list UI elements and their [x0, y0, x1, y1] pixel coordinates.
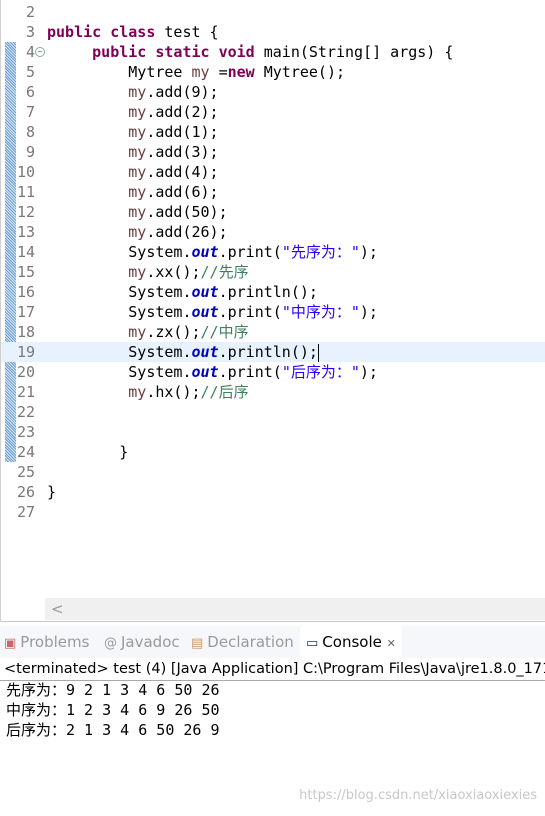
code-text: my.add(26);: [128, 223, 228, 241]
line-number: 21: [16, 383, 35, 401]
code-text: System.out.print("后序为：");: [47, 363, 378, 381]
line-number: 23: [16, 423, 35, 441]
line-number: 11: [16, 183, 35, 201]
console-output-line: 中序为：1 2 3 4 6 9 26 50: [6, 701, 220, 719]
line-number: 12: [16, 203, 35, 221]
line-number: 4: [25, 43, 35, 61]
javadoc-icon: @: [104, 636, 117, 651]
line-number: 17: [16, 303, 35, 321]
code-text: System.out.print("先序为：");: [47, 243, 378, 261]
code-text: }: [47, 443, 129, 461]
line-number: 25: [16, 463, 35, 481]
code-line[interactable]: 16 System.out.println();: [1, 282, 545, 302]
code-line[interactable]: 12 my.add(50);: [1, 202, 545, 222]
line-number: 14: [16, 243, 35, 261]
console-header: <terminated> test (4) [Java Application]…: [0, 658, 545, 681]
text-cursor: [317, 343, 319, 362]
code-line[interactable]: 27: [1, 502, 545, 522]
code-line[interactable]: 25: [1, 462, 545, 482]
code-line[interactable]: 6 my.add(9);: [1, 82, 545, 102]
code-line[interactable]: 26}: [1, 482, 545, 502]
line-number: 15: [16, 263, 35, 281]
code-text: my.xx();//先序: [128, 263, 249, 281]
code-line[interactable]: 24 }: [1, 442, 545, 462]
code-text: my.add(50);: [128, 203, 228, 221]
line-number: 19: [16, 343, 35, 361]
line-number: 8: [25, 123, 35, 141]
code-line[interactable]: 4− public static void main(String[] args…: [1, 42, 545, 62]
code-line[interactable]: 7 my.add(2);: [1, 102, 545, 122]
code-text: System.out.print("中序为：");: [47, 303, 378, 321]
line-number: 9: [25, 143, 35, 161]
line-number: 26: [16, 483, 35, 501]
code-line[interactable]: 13 my.add(26);: [1, 222, 545, 242]
line-number: 2: [25, 3, 35, 21]
code-line[interactable]: 17 System.out.print("中序为：");: [1, 302, 545, 322]
code-line[interactable]: 14 System.out.print("先序为：");: [1, 242, 545, 262]
code-line[interactable]: 10 my.add(4);: [1, 162, 545, 182]
line-number: 20: [16, 363, 35, 381]
code-text: public class test {: [47, 23, 219, 41]
code-text: my.add(4);: [128, 163, 219, 181]
line-number: 7: [25, 103, 35, 121]
line-number: 22: [16, 403, 35, 421]
code-text: my.add(3);: [128, 143, 219, 161]
line-number: 5: [25, 63, 35, 81]
fold-toggle-icon[interactable]: −: [35, 47, 45, 57]
code-line[interactable]: 3 public class test {: [1, 22, 545, 42]
code-text: }: [47, 483, 57, 501]
code-text: my.hx();//后序: [128, 383, 249, 401]
scroll-left-icon[interactable]: <: [51, 600, 64, 618]
code-text: my.add(2);: [128, 103, 219, 121]
code-text: public static void main(String[] args) {: [92, 43, 454, 61]
code-text: Mytree my =new Mytree();: [47, 63, 346, 81]
console-output-line: 先序为：9 2 1 3 4 6 50 26: [6, 681, 220, 699]
code-text: my.add(1);: [128, 123, 219, 141]
problems-icon: ▣: [4, 636, 17, 651]
line-number: 3: [25, 23, 35, 41]
line-number: 24: [16, 443, 35, 461]
code-line[interactable]: 5 Mytree my =new Mytree();: [1, 62, 545, 82]
code-editor[interactable]: 2 3 public class test {4− public static vo…: [0, 0, 545, 622]
code-line[interactable]: 8 my.add(1);: [1, 122, 545, 142]
line-number: 13: [16, 223, 35, 241]
tab-console[interactable]: ▭ Console ✕: [300, 626, 402, 658]
close-icon[interactable]: ✕: [387, 637, 396, 650]
tab-declaration[interactable]: ▤ Declaration: [191, 626, 294, 658]
code-line[interactable]: 22: [1, 402, 545, 422]
line-number: 18: [16, 323, 35, 341]
console-output-line: 后序为：2 1 3 4 6 50 26 9: [6, 721, 220, 739]
code-line[interactable]: 2: [1, 2, 545, 22]
code-line[interactable]: 15 my.xx();//先序: [1, 262, 545, 282]
declaration-icon: ▤: [191, 636, 204, 651]
code-text: System.out.println();: [47, 343, 319, 362]
watermark: https://blog.csdn.net/xiaoxiaoxiexies: [299, 788, 537, 803]
line-number: 27: [16, 503, 35, 521]
code-text: my.zx();//中序: [128, 323, 249, 341]
code-line[interactable]: 23: [1, 422, 545, 442]
line-number: 6: [25, 83, 35, 101]
view-tabs: ▣ Problems @ Javadoc ▤ Declaration ▭ Console…: [0, 626, 545, 658]
tab-javadoc[interactable]: @ Javadoc: [104, 626, 180, 658]
line-number: 10: [16, 163, 35, 181]
code-line[interactable]: 19 System.out.println();: [1, 342, 545, 362]
line-number: 16: [16, 283, 35, 301]
code-text: my.add(6);: [128, 183, 219, 201]
tab-problems[interactable]: ▣ Problems: [4, 626, 89, 658]
code-line[interactable]: 11 my.add(6);: [1, 182, 545, 202]
code-text: my.add(9);: [128, 83, 219, 101]
code-text: System.out.println();: [47, 283, 318, 301]
horizontal-scrollbar[interactable]: <: [45, 598, 545, 620]
console-icon: ▭: [306, 636, 319, 651]
code-line[interactable]: 21 my.hx();//后序: [1, 382, 545, 402]
code-line[interactable]: 9 my.add(3);: [1, 142, 545, 162]
code-line[interactable]: 20 System.out.print("后序为：");: [1, 362, 545, 382]
code-line[interactable]: 18 my.zx();//中序: [1, 322, 545, 342]
